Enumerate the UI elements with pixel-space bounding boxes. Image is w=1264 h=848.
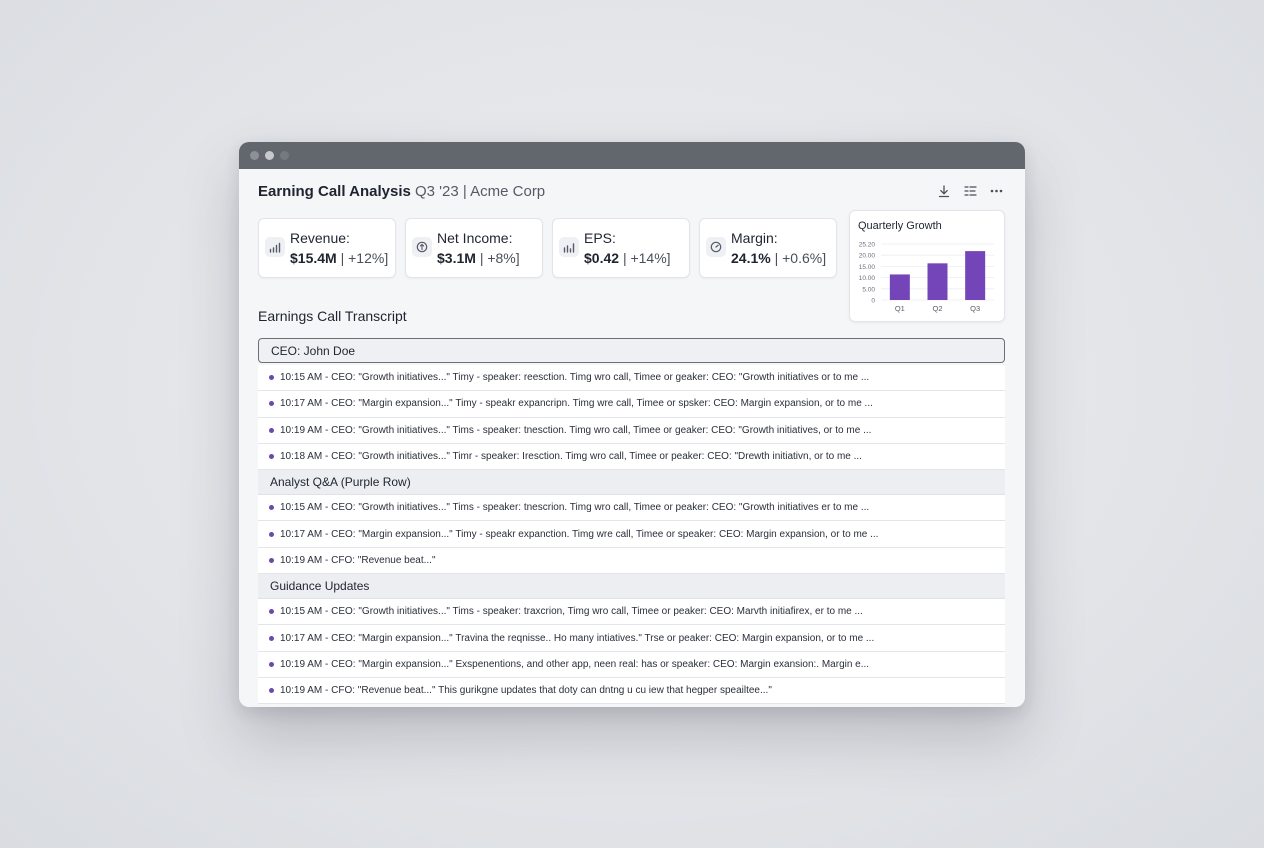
download-icon[interactable] [937, 183, 951, 199]
transcript-row[interactable]: 10:17 AM - CEO: "Margin expansion..." Ti… [258, 391, 1005, 418]
bullet-dot-icon [269, 454, 274, 460]
kpi-card-margin[interactable]: Margin: 24.1% | +0.6%] [699, 218, 837, 278]
chart-ytick-label: 10.00 [859, 275, 876, 282]
maximize-window-button[interactable] [280, 151, 289, 160]
transcript-row-text: 10:18 AM - CEO: "Growth initiatives..." … [280, 451, 862, 463]
more-icon[interactable] [989, 183, 1003, 199]
bullet-dot-icon [269, 688, 274, 694]
chart-bar [889, 274, 910, 300]
transcript-group-header[interactable]: CEO: John Doe [258, 338, 1005, 363]
transcript-group-header[interactable]: Guidance Updates [258, 574, 1005, 600]
transcript-row-text: 10:15 AM - CEO: "Growth initiatives..." … [280, 502, 870, 514]
bullet-dot-icon [269, 375, 274, 381]
kpi-change: | +0.6%] [774, 250, 827, 266]
kpi-label: Margin: [731, 230, 778, 246]
bar-chart-icon [559, 237, 579, 257]
gauge-icon [706, 237, 726, 257]
kpi-change: | +14%] [622, 250, 671, 266]
kpi-label: EPS: [584, 230, 616, 246]
minimize-window-button[interactable] [265, 151, 274, 160]
transcript-group-header[interactable]: Analyst Q&A (Purple Row) [258, 470, 1005, 496]
transcript-row-text: 10:19 AM - CFO: "Revenue beat..." [280, 554, 436, 566]
bullet-dot-icon [269, 635, 274, 641]
transcript-row-text: 10:19 AM - CEO: "Growth initiatives..." … [280, 424, 872, 436]
kpi-value: $3.1M [437, 250, 476, 266]
kpi-card-net-income[interactable]: Net Income: $3.1M | +8%] [405, 218, 543, 278]
kpi-change: | +12%] [340, 250, 389, 266]
bullet-dot-icon [269, 505, 274, 511]
main-content: Earning Call Analysis Q3 '23 | Acme Corp… [239, 169, 1025, 707]
transcript-row[interactable]: 10:17 AM - CEO: "Margin expansion..." Tr… [258, 625, 1005, 652]
close-window-button[interactable] [250, 151, 259, 160]
kpi-label: Revenue: [290, 230, 350, 246]
transcript-row-text: 10:17 AM - CEO: "Margin expansion..." Ti… [280, 398, 873, 410]
kpi-value-line: $0.42 | +14%] [584, 250, 671, 266]
bullet-dot-icon [269, 427, 274, 433]
transcript-row-text: 10:17 AM - CEO: "Margin expansion..." Ti… [280, 528, 879, 540]
chart-xtick-label: Q2 [932, 304, 942, 313]
kpi-value: $0.42 [584, 250, 620, 266]
chart-ytick-label: 25.20 [859, 242, 876, 249]
coin-icon [412, 237, 432, 257]
transcript-row-text: 10:19 AM - CEO: "Margin expansion..." Ex… [280, 658, 870, 670]
page-title-subtitle: Q3 '23 | Acme Corp [415, 183, 546, 200]
transcript-table: CEO: John Doe 10:15 AM - CEO: "Growth ini… [258, 338, 1005, 705]
transcript-row[interactable]: 10:19 AM - CEO: "Growth initiatives..." … [258, 417, 1005, 444]
bullet-dot-icon [269, 531, 274, 537]
page-title: Earning Call Analysis Q3 '23 | Acme Corp [258, 183, 545, 200]
chart-ytick-label: 5.00 [862, 286, 875, 293]
transcript-row[interactable]: 10:15 AM - CEO: "Growth initiatives..." … [258, 599, 1005, 626]
transcript-row[interactable]: 10:18 AM - CEO: "Growth initiatives..." … [258, 443, 1005, 471]
kpi-value: $15.4M [290, 250, 337, 266]
transcript-row[interactable]: 10:19 AM - CFO: "Revenue beat..." This g… [258, 677, 1005, 705]
transcript-row[interactable]: 10:15 AM - CEO: "Growth initiatives..." … [258, 495, 1005, 522]
quarterly-growth-chart: Quarterly Growth 0 5.00 10.00 15.00 20.00 25.… [849, 210, 1005, 322]
transcript-row[interactable]: 10:19 AM - CFO: "Revenue beat..." [258, 547, 1005, 575]
page-title-main: Earning Call Analysis [258, 183, 411, 200]
chart-ytick-label: 15.00 [859, 264, 876, 271]
kpi-value: 24.1% [731, 250, 771, 266]
kpi-value-line: 24.1% | +0.6%] [731, 250, 826, 266]
chart-bar [965, 251, 986, 300]
app-window: Earning Call Analysis Q3 '23 | Acme Corp… [239, 142, 1025, 707]
transcript-row-text: 10:15 AM - CEO: "Growth initiatives..." … [280, 372, 870, 384]
chart-ytick-label: 20.00 [859, 253, 876, 260]
kpi-label: Net Income: [437, 230, 513, 246]
kpi-change: | +8%] [479, 250, 520, 266]
chart-bar [927, 263, 948, 300]
transcript-row[interactable]: 10:17 AM - CEO: "Margin expansion..." Ti… [258, 521, 1005, 548]
transcript-row-text: 10:15 AM - CEO: "Growth initiatives..." … [280, 606, 863, 618]
transcript-title: Earnings Call Transcript [258, 308, 407, 324]
transcript-row-text: 10:17 AM - CEO: "Margin expansion..." Tr… [280, 632, 875, 644]
bullet-dot-icon [269, 401, 274, 407]
transcript-row[interactable]: 10:15 AM - CEO: "Growth initiatives..." … [258, 365, 1005, 392]
header-actions [937, 183, 1003, 199]
bar-chart-icon [265, 237, 285, 257]
kpi-value-line: $15.4M | +12%] [290, 250, 388, 266]
transcript-row[interactable]: 10:19 AM - CEO: "Margin expansion..." Ex… [258, 651, 1005, 678]
bullet-dot-icon [269, 557, 274, 563]
chart-xtick-label: Q3 [970, 304, 980, 313]
chart-ytick-label: 0 [871, 298, 875, 305]
transcript-row-text: 10:19 AM - CFO: "Revenue beat..." This g… [280, 685, 772, 697]
bullet-dot-icon [269, 661, 274, 667]
bullet-dot-icon [269, 609, 274, 615]
list-filter-icon[interactable] [963, 183, 977, 199]
chart-xtick-label: Q1 [895, 304, 905, 313]
chart-plot: 0 5.00 10.00 15.00 20.00 25.20 Q1 Q2 Q3 [859, 242, 994, 313]
kpi-value-line: $3.1M | +8%] [437, 250, 520, 266]
kpi-card-eps[interactable]: EPS: $0.42 | +14%] [552, 218, 690, 278]
kpi-card-revenue[interactable]: Revenue: $15.4M | +12%] [258, 218, 396, 278]
title-bar [239, 142, 1025, 169]
